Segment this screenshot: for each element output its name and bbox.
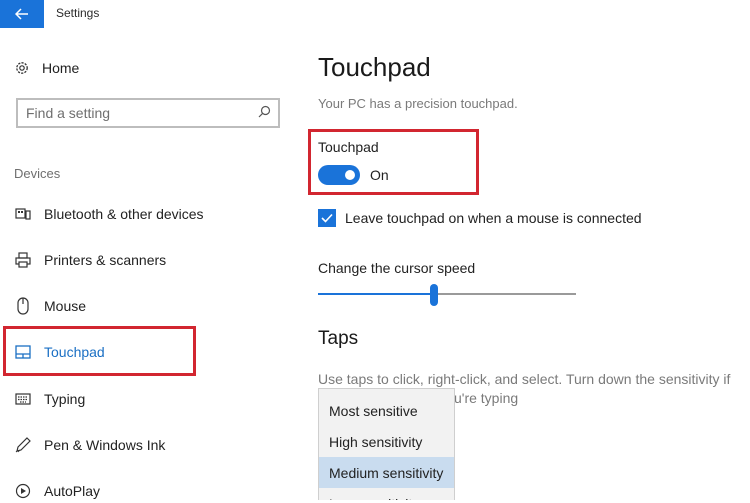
sensitivity-option[interactable]: Low sensitivity [319,488,454,501]
sidebar-item-label: Pen & Windows Ink [44,437,166,453]
sidebar-item-label: Typing [44,391,86,407]
cursor-speed-slider-thumb[interactable] [430,284,439,306]
sensitivity-option[interactable]: High sensitivity [319,426,454,457]
toggle-knob [345,170,355,180]
sensitivity-option-selected[interactable]: Medium sensitivity [319,457,454,488]
search-box[interactable] [16,98,280,128]
sidebar-item-label: Touchpad [44,344,105,360]
touchpad-icon [14,345,32,359]
cursor-speed-label: Change the cursor speed [318,260,476,276]
sidebar-item-printers[interactable]: Printers & scanners [14,248,166,272]
home-label: Home [42,60,80,76]
sidebar-item-label: Mouse [44,298,87,314]
mouse-icon [14,297,32,315]
checkbox-label: Leave touchpad on when a mouse is connec… [345,210,642,226]
page-subtitle: Your PC has a precision touchpad. [318,96,518,111]
window-title: Settings [56,6,100,20]
pen-icon [14,437,32,453]
back-arrow-icon [15,8,28,20]
devices-section-label: Devices [14,166,61,181]
cursor-speed-slider-fill [318,293,435,295]
taps-description-cont: u're typing [454,390,519,406]
taps-description: Use taps to click, right-click, and sele… [318,371,731,387]
sidebar-item-typing[interactable]: Typing [14,387,85,411]
sidebar-item-label: Printers & scanners [44,252,167,268]
touchpad-toggle-label: Touchpad [318,139,379,155]
keyboard-icon [14,393,32,405]
sidebar-item-label: Bluetooth & other devices [44,206,204,222]
leave-touchpad-on-checkbox[interactable] [318,209,336,227]
search-input[interactable] [26,104,246,122]
sidebar-item-touchpad[interactable]: Touchpad [14,340,105,364]
sidebar-item-mouse[interactable]: Mouse [14,294,86,318]
bluetooth-devices-icon [14,207,32,221]
sidebar-home[interactable]: Home [14,56,79,80]
autoplay-icon [14,483,32,499]
sidebar-item-bluetooth[interactable]: Bluetooth & other devices [14,202,204,226]
printer-icon [14,252,32,268]
sidebar-item-autoplay[interactable]: AutoPlay [14,479,100,503]
taps-heading: Taps [318,328,359,349]
back-button[interactable] [0,0,44,28]
gear-icon [16,62,28,74]
toggle-state-text: On [370,167,389,183]
sidebar-item-pen[interactable]: Pen & Windows Ink [14,433,165,457]
search-icon[interactable] [256,104,272,120]
page-title: Touchpad [318,52,431,82]
touchpad-toggle[interactable] [318,165,360,185]
checkmark-icon [321,213,333,223]
sidebar-item-label: AutoPlay [44,483,101,499]
sensitivity-dropdown-list: Most sensitive High sensitivity Medium s… [318,388,455,500]
title-bar: Settings [0,0,750,28]
sensitivity-option[interactable]: Most sensitive [319,395,454,426]
